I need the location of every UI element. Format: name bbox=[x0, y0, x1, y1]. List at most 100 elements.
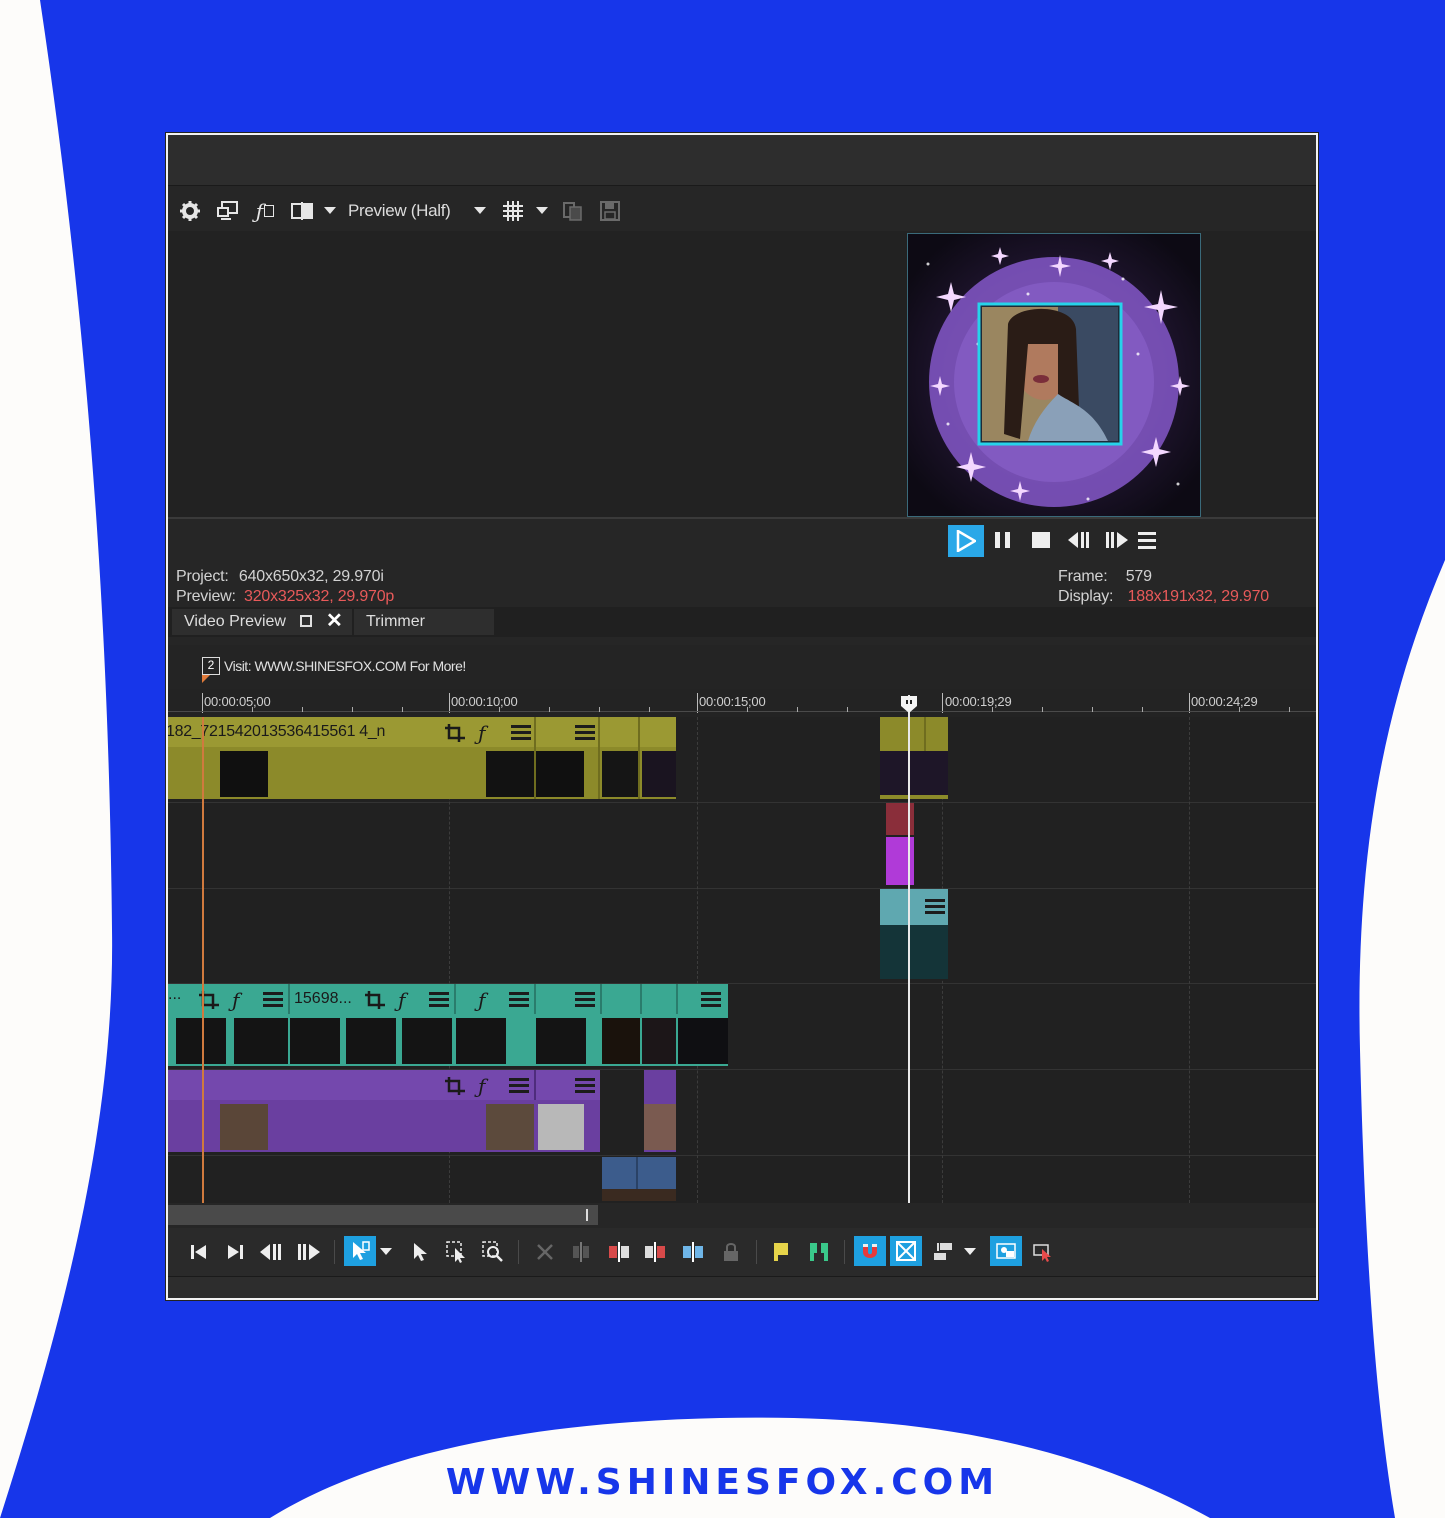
clip-menu-icon[interactable] bbox=[508, 1076, 530, 1094]
video-clip[interactable]: 182_721542013536415561 4_n ƒ bbox=[168, 717, 676, 799]
menu-icon[interactable] bbox=[1136, 529, 1162, 553]
chevron-down-icon[interactable] bbox=[534, 199, 550, 223]
playhead[interactable] bbox=[908, 695, 910, 1203]
clip-thumbnail bbox=[486, 751, 534, 797]
clip-menu-icon[interactable] bbox=[574, 990, 596, 1008]
clip-thumbnail bbox=[644, 1104, 676, 1150]
divider bbox=[168, 517, 1316, 519]
clip-menu-icon[interactable] bbox=[574, 723, 596, 741]
video-clip[interactable] bbox=[880, 717, 948, 799]
tab-bar: Video Preview ✕ Trimmer bbox=[168, 607, 1316, 637]
crop-icon[interactable] bbox=[444, 723, 466, 742]
selection-edit-tool-icon[interactable] bbox=[444, 1240, 470, 1264]
snapping-magnet-icon[interactable] bbox=[854, 1236, 886, 1266]
normal-edit-tool-icon[interactable] bbox=[344, 1236, 376, 1266]
clip-menu-icon[interactable] bbox=[510, 723, 532, 741]
go-to-start-icon[interactable] bbox=[186, 1240, 212, 1264]
video-clip[interactable]: ... ƒ 15698... ƒ ƒ bbox=[168, 984, 728, 1066]
tab-trimmer[interactable]: Trimmer bbox=[354, 609, 494, 635]
settings-icon[interactable] bbox=[178, 199, 202, 223]
copy-snapshot-icon[interactable] bbox=[561, 199, 585, 223]
preview-quality-select[interactable]: Preview (Half) bbox=[348, 201, 451, 221]
video-clip[interactable]: ƒ bbox=[168, 1070, 600, 1152]
clip-fx-icon[interactable]: ƒ bbox=[478, 1074, 485, 1098]
clip-thumbnail bbox=[678, 1018, 728, 1064]
crop-icon[interactable] bbox=[364, 990, 386, 1009]
clip-menu-icon[interactable] bbox=[700, 990, 722, 1008]
previous-frame-icon[interactable] bbox=[258, 1240, 284, 1264]
clip-menu-icon[interactable] bbox=[428, 990, 450, 1008]
clip-thumbnail bbox=[602, 751, 638, 797]
save-snapshot-icon[interactable] bbox=[598, 199, 622, 223]
split-screen-icon[interactable] bbox=[290, 199, 314, 223]
clip-thumbnail bbox=[402, 1018, 452, 1064]
tab-video-preview-label: Video Preview bbox=[184, 613, 286, 630]
playhead-handle-icon[interactable] bbox=[899, 694, 919, 713]
previous-frame-icon[interactable] bbox=[1066, 529, 1094, 553]
frame-label: Frame: bbox=[1058, 568, 1108, 585]
delete-icon[interactable] bbox=[532, 1240, 558, 1264]
clip-thumbnail bbox=[486, 1104, 534, 1150]
go-to-end-icon[interactable] bbox=[222, 1240, 248, 1264]
video-fx-icon[interactable]: ƒ bbox=[253, 199, 277, 223]
clip-thumbnail bbox=[880, 925, 948, 979]
clip-fx-icon[interactable]: ƒ bbox=[232, 988, 239, 1012]
zoom-edit-tool-icon[interactable] bbox=[480, 1240, 506, 1264]
timeline-scrollbar[interactable] bbox=[168, 1203, 1316, 1227]
video-clip[interactable] bbox=[880, 889, 948, 979]
clip-fx-icon[interactable]: ƒ bbox=[398, 988, 405, 1012]
lock-icon[interactable] bbox=[718, 1240, 744, 1264]
clip-menu-icon[interactable] bbox=[574, 1076, 596, 1094]
split-icon[interactable] bbox=[680, 1240, 706, 1264]
display-info: Display: 188x191x32, 29.970 bbox=[1058, 588, 1269, 606]
project-label: Project: bbox=[176, 568, 229, 585]
clip-thumbnail bbox=[234, 1018, 288, 1064]
scrollbar-thumb[interactable] bbox=[168, 1205, 598, 1225]
marker-label[interactable]: Visit: WWW.SHINESFOX.COM For More! bbox=[224, 658, 466, 674]
clip-thumbnail bbox=[346, 1018, 396, 1064]
next-frame-icon[interactable] bbox=[296, 1240, 322, 1264]
stop-icon[interactable] bbox=[1030, 529, 1056, 553]
window-top-bar bbox=[168, 135, 1316, 186]
clip-menu-icon[interactable] bbox=[508, 990, 530, 1008]
footer-website-text: WWW.SHINESFOX.COM bbox=[445, 1462, 1000, 1503]
clip-thumbnail bbox=[538, 1104, 584, 1150]
insert-marker-icon[interactable] bbox=[768, 1240, 794, 1264]
trim-icon[interactable] bbox=[568, 1240, 594, 1264]
pause-icon[interactable] bbox=[992, 529, 1018, 553]
tab-video-preview[interactable]: Video Preview bbox=[172, 609, 352, 635]
timeline-ruler[interactable]: 00:00:05;00 00:00:10;00 00:00:15;00 00:0… bbox=[168, 689, 1316, 717]
marker-number[interactable]: 2 bbox=[202, 657, 220, 675]
video-clip[interactable] bbox=[602, 1157, 676, 1201]
chevron-down-icon[interactable] bbox=[962, 1240, 978, 1264]
insert-region-icon[interactable] bbox=[806, 1240, 832, 1264]
next-frame-icon[interactable] bbox=[1104, 529, 1132, 553]
video-clip[interactable] bbox=[644, 1070, 676, 1152]
trim-start-icon[interactable] bbox=[606, 1240, 632, 1264]
clip-thumbnail bbox=[642, 751, 676, 797]
auto-crossfade-icon[interactable] bbox=[890, 1236, 922, 1266]
edit-cursor[interactable] bbox=[202, 717, 204, 1203]
clip-fx-icon[interactable]: ƒ bbox=[478, 988, 485, 1012]
clip-thumbnail bbox=[290, 1018, 340, 1064]
envelope-edit-tool-icon[interactable] bbox=[408, 1240, 434, 1264]
play-button[interactable] bbox=[948, 525, 984, 557]
external-monitor-icon[interactable] bbox=[216, 199, 240, 223]
clip-fx-icon[interactable]: ƒ bbox=[478, 721, 485, 745]
close-icon[interactable]: ✕ bbox=[326, 611, 343, 631]
maximize-icon[interactable] bbox=[300, 615, 312, 627]
lock-envelopes-icon[interactable] bbox=[990, 1236, 1022, 1266]
chevron-down-icon[interactable] bbox=[472, 199, 488, 223]
dropdown-icon[interactable] bbox=[322, 199, 338, 223]
ignore-event-grouping-icon[interactable] bbox=[1030, 1240, 1056, 1264]
clip-thumbnail bbox=[602, 1018, 640, 1064]
window-bottom-bar bbox=[168, 1276, 1316, 1298]
crop-icon[interactable] bbox=[444, 1076, 466, 1095]
clip-thumbnail bbox=[536, 751, 584, 797]
trim-end-icon[interactable] bbox=[642, 1240, 668, 1264]
auto-ripple-icon[interactable] bbox=[930, 1240, 956, 1264]
chevron-down-icon[interactable] bbox=[378, 1240, 394, 1264]
grid-overlay-icon[interactable] bbox=[501, 199, 525, 223]
clip-menu-icon[interactable] bbox=[262, 990, 284, 1008]
clip-menu-icon[interactable] bbox=[924, 897, 946, 915]
